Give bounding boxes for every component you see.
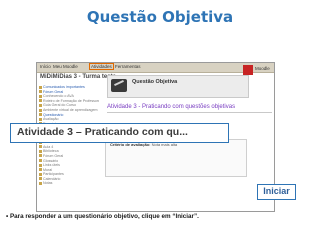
quiz-icon: [111, 79, 127, 92]
sidebar-item[interactable]: Notas: [39, 181, 99, 186]
banner-title: Questão Objetiva: [132, 79, 178, 85]
start-button[interactable]: Iniciar: [257, 184, 296, 200]
evaluation-box: Critério de avaliação: Nota mais alta: [105, 139, 247, 177]
activity-banner: Questão Objetiva: [107, 75, 249, 98]
slide-title: Questão Objetiva: [86, 8, 234, 26]
lms-menubar: Início Meu Moodle Atividades Ferramentas: [37, 63, 274, 73]
menu-my-moodle[interactable]: Meu Moodle: [53, 64, 78, 69]
logo-text: Moodle: [255, 66, 270, 71]
menu-activities[interactable]: Atividades: [89, 63, 114, 70]
activity-heading: Atividade 3 - Praticando com questões ob…: [107, 104, 236, 110]
menu-home[interactable]: Início: [40, 64, 51, 69]
course-title: MiDiMiDias 3 - Turma teste: [40, 74, 116, 80]
slide-caption: • Para responder a um questionário objet…: [6, 213, 199, 220]
moodle-logo-icon: [243, 65, 253, 75]
activity-callout: Atividade 3 – Praticando com qu...: [10, 123, 229, 143]
divider: [107, 112, 272, 113]
menu-tools[interactable]: Ferramentas: [115, 64, 141, 69]
sidebar-item[interactable]: Ambiente virtual de aprendizagem: [39, 108, 99, 113]
